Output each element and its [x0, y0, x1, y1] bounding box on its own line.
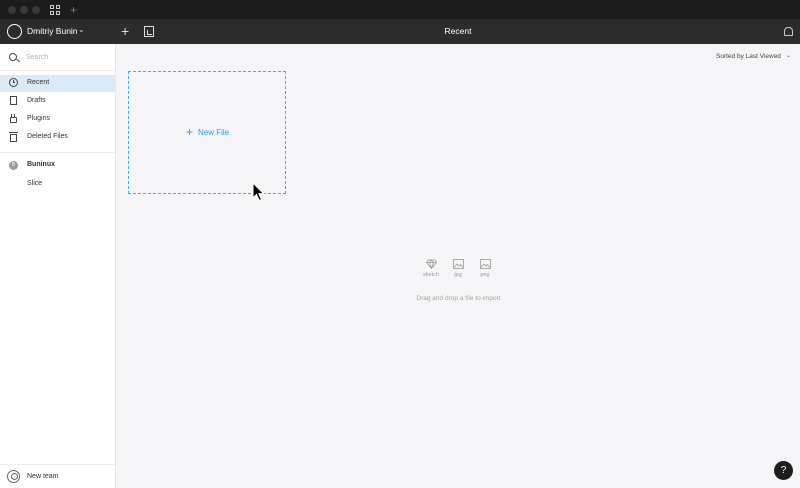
sidebar: Recent Drafts Plugins Deleted Files B Bu… [0, 44, 116, 488]
file-type-label: png [480, 272, 490, 278]
sidebar-item-label: Plugins [27, 115, 50, 122]
mouse-cursor-icon [252, 182, 265, 202]
sidebar-item-label: Deleted Files [27, 133, 68, 140]
search-icon [9, 53, 17, 61]
new-tab-button[interactable]: + [70, 3, 77, 17]
new-team-label: New team [27, 473, 59, 480]
diamond-icon [425, 259, 437, 269]
team-avatar-icon [7, 470, 20, 483]
sidebar-item-label: Drafts [27, 97, 46, 104]
close-window-icon[interactable] [8, 6, 16, 14]
file-type-label: jpg [454, 272, 462, 278]
grid-icon[interactable] [50, 5, 60, 15]
search-bar [0, 44, 115, 70]
sidebar-item-drafts[interactable]: Drafts [0, 93, 115, 110]
bell-icon[interactable] [784, 27, 793, 36]
sidebar-item-deleted-files[interactable]: Deleted Files [0, 129, 115, 146]
file-type-png: png [473, 259, 497, 278]
plus-icon: + [186, 125, 194, 139]
sidebar-item-label: Recent [27, 79, 50, 86]
file-type-jpg: jpg [446, 259, 470, 278]
file-type-label: sketch [423, 272, 439, 278]
toolbar: Dmitriy Bunin ⌄ + Recent [0, 20, 800, 44]
page-title: Recent [444, 26, 472, 36]
sidebar-item-plugins[interactable]: Plugins [0, 111, 115, 128]
new-file-label: New File [198, 128, 230, 137]
plug-icon [10, 114, 17, 123]
document-icon [10, 96, 17, 105]
new-file-card[interactable]: + New File [128, 71, 286, 202]
search-input[interactable] [26, 51, 106, 63]
sidebar-item-slice[interactable]: Slice [0, 176, 115, 193]
sort-dropdown[interactable]: Sorted by Last Viewed [716, 53, 781, 60]
trash-icon [9, 132, 18, 142]
team-icon: B [9, 161, 18, 170]
window-title-bar: + [0, 0, 800, 20]
minimize-window-icon[interactable] [20, 6, 28, 14]
main-content: Sorted by Last Viewed ⌄ + New File sketc… [116, 44, 800, 488]
zoom-window-icon[interactable] [32, 6, 40, 14]
window-controls[interactable] [8, 6, 40, 14]
clock-icon [9, 78, 18, 87]
drop-hint: Drag and drop a file to import [416, 295, 501, 302]
project-name: Slice [27, 180, 43, 187]
file-type-sketch: sketch [419, 259, 443, 278]
new-team-button[interactable]: New team [0, 464, 115, 488]
sidebar-team-buninux[interactable]: B Buninux [0, 157, 115, 174]
image-icon [479, 259, 491, 269]
image-icon [452, 259, 464, 269]
divider [0, 152, 115, 153]
team-name: Buninux [27, 161, 55, 168]
divider [0, 70, 115, 71]
help-button[interactable]: ? [774, 461, 793, 480]
file-type-list: sketch jpg png [419, 259, 499, 285]
chevron-down-icon[interactable]: ⌄ [786, 52, 791, 59]
sidebar-item-recent[interactable]: Recent [0, 75, 115, 92]
